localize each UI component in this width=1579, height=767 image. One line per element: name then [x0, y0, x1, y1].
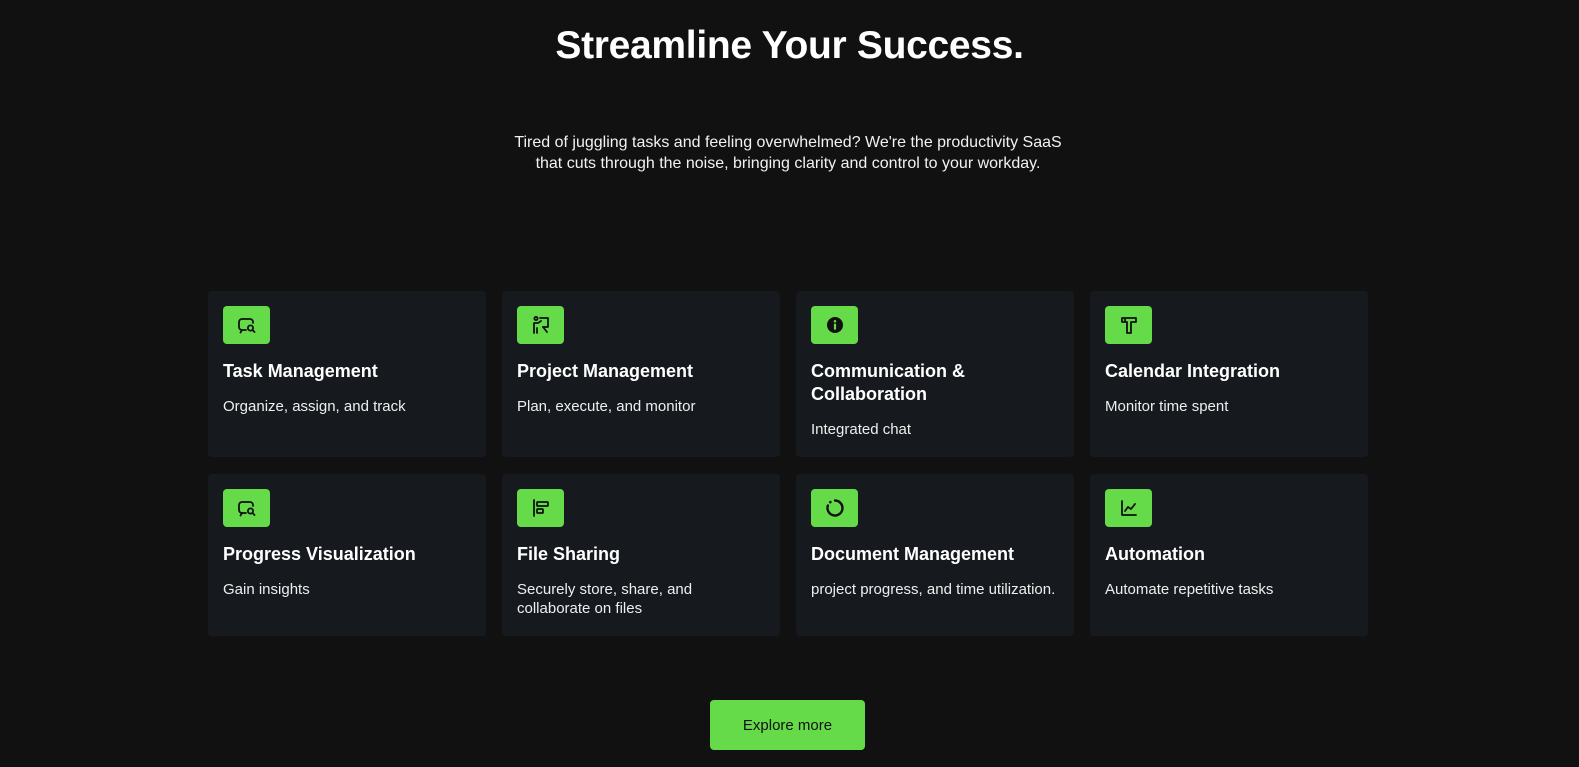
feature-card-communication[interactable]: Communication & Collaboration Integrated… — [796, 291, 1074, 457]
page-title: Streamline Your Success. — [555, 24, 1024, 67]
feature-title: Progress Visualization — [223, 544, 416, 564]
feature-title: Communication & Collaboration — [811, 361, 966, 404]
feature-card-task-management[interactable]: Task Management Organize, assign, and tr… — [208, 291, 486, 457]
features-section: Streamline Your Success. Tired of juggli… — [0, 0, 1579, 767]
feature-title: Document Management — [811, 544, 1015, 564]
feature-title: Task Management — [223, 361, 378, 381]
feature-card-automation[interactable]: Automation Automate repetitive tasks — [1090, 474, 1368, 636]
presentation-icon — [517, 306, 564, 344]
align-left-icon — [517, 489, 564, 527]
feature-title: Project Management — [517, 361, 694, 381]
feature-title: Automation — [1105, 544, 1205, 564]
feature-description: Securely store, share, and collaborate o… — [517, 581, 693, 617]
feature-description: Plan, execute, and monitor — [517, 398, 696, 415]
feature-description: Gain insights — [223, 581, 310, 598]
hero-subtitle: Tired of juggling tasks and feeling over… — [514, 134, 1062, 172]
feature-card-calendar-integration[interactable]: Calendar Integration Monitor time spent — [1090, 291, 1368, 457]
feature-description: Monitor time spent — [1105, 398, 1229, 415]
feature-description: Automate repetitive tasks — [1105, 581, 1274, 598]
search-chat-icon — [223, 306, 270, 344]
search-chat-icon — [223, 489, 270, 527]
feature-grid: Task Management Organize, assign, and tr… — [208, 291, 1368, 636]
info-icon — [811, 306, 858, 344]
feature-title: Calendar Integration — [1105, 361, 1281, 381]
feature-description: project progress, and time utilization. — [811, 581, 1056, 598]
feature-card-document-management[interactable]: Document Management project progress, an… — [796, 474, 1074, 636]
explore-more-button[interactable]: Explore more — [710, 700, 865, 750]
feature-card-project-management[interactable]: Project Management Plan, execute, and mo… — [502, 291, 780, 457]
feature-description: Organize, assign, and track — [223, 398, 406, 415]
feature-card-progress-visualization[interactable]: Progress Visualization Gain insights — [208, 474, 486, 636]
feature-title: File Sharing — [517, 544, 621, 564]
hammer-icon — [1105, 306, 1152, 344]
feature-card-file-sharing[interactable]: File Sharing Securely store, share, and … — [502, 474, 780, 636]
feature-description: Integrated chat — [811, 421, 912, 438]
line-chart-icon — [1105, 489, 1152, 527]
loading-circle-icon — [811, 489, 858, 527]
